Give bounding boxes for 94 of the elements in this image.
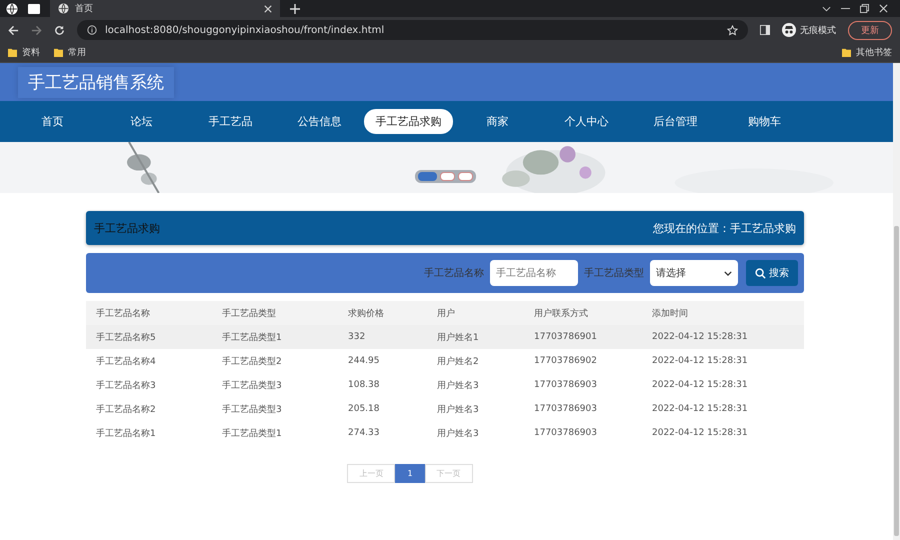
search-icon [755,268,766,278]
table-cell-text: 244.95 [348,356,380,366]
type-select[interactable]: 请选择 [650,260,738,286]
bookmark-label: 资料 [22,46,40,59]
table-cell-text: 332 [348,332,366,342]
table-row[interactable]: 手工艺品名称5 手工艺品类型1 332 用户姓名1 17703786901 2022-04-12 15:28:31 [86,325,804,349]
nav-link[interactable]: 首页 [8,109,97,134]
table-cell-text: 17703786903 [534,380,598,390]
column-header: 手工艺品名称 [96,308,151,320]
column-header: 用户 [437,308,456,320]
table-cell-text: 用户姓名3 [437,380,480,392]
nav-link[interactable]: 后台管理 [631,109,720,134]
column-header: 求购价格 [348,308,385,320]
table-cell-text: 手工艺品类型2 [222,356,283,368]
tab-title: 首页 [75,2,93,15]
star-icon[interactable] [727,24,738,36]
nav-link[interactable]: 论坛 [97,109,186,134]
back-arrow-icon[interactable] [8,24,19,36]
carousel-indicator[interactable] [440,172,455,181]
search-button[interactable]: 搜索 [746,260,798,286]
new-tab-icon[interactable] [290,4,300,14]
table-cell-text: 17703786902 [534,356,598,366]
column-header: 用户联系方式 [534,308,589,320]
restore-icon[interactable] [860,4,869,13]
folder-icon [842,48,851,57]
field-label: 手工艺品类型 [584,266,644,280]
site-title: 手工艺品销售系统 [18,66,174,98]
table-cell-text: 274.33 [348,428,380,438]
table-cell-text: 用户姓名3 [437,404,480,416]
field-label: 手工艺品名称 [424,266,484,280]
table-cell-text: 手工艺品名称4 [96,356,157,368]
breadcrumb: 您现在的位置：手工艺品求购 [653,220,796,236]
table-row[interactable]: 手工艺品名称3 手工艺品类型3 108.38 用户姓名3 17703786903 2022-04-12 15:28:31 [86,373,804,397]
folder-icon [54,48,63,57]
browser-tab[interactable]: 首页 [50,0,280,17]
column-header: 添加时间 [652,308,689,320]
table-row[interactable]: 手工艺品名称2 手工艺品类型3 205.18 用户姓名3 17703786903 2022-04-12 15:28:31 [86,397,804,421]
nav-link[interactable]: 购物车 [720,109,809,134]
table-cell-text: 2022-04-12 15:28:31 [652,404,749,414]
nav-link[interactable]: 公告信息 [275,109,364,134]
address-bar[interactable]: localhost:8080/shouggonyipinxiaoshou/front/index.html [77,20,748,40]
table-row[interactable]: 手工艺品名称4 手工艺品类型2 244.95 用户姓名2 17703786902 2022-04-12 15:28:31 [86,349,804,373]
incognito-icon [782,23,796,37]
globe-icon[interactable] [6,2,18,14]
reload-icon[interactable] [54,24,65,36]
carousel-indicator[interactable] [458,172,473,181]
table-cell-text: 手工艺品名称3 [96,380,157,392]
table-cell-text: 手工艺品名称2 [96,404,157,416]
table-cell-text: 用户姓名3 [437,428,480,440]
forward-arrow-icon[interactable] [31,24,42,36]
bookmark-folder[interactable]: 常用 [54,46,86,59]
table-cell-text: 17703786901 [534,332,598,342]
table-cell-text: 17703786903 [534,404,598,414]
table-cell-text: 手工艺品类型1 [222,332,283,344]
table-cell-text: 205.18 [348,404,380,414]
url-text: localhost:8080/shouggonyipinxiaoshou/front/index.html [105,24,384,36]
update-button[interactable]: 更新 [848,20,892,40]
nav-link[interactable]: 商家 [453,109,542,134]
info-icon [87,25,97,35]
nav-link[interactable]: 手工艺品 [186,109,275,134]
table-cell-text: 手工艺品类型3 [222,380,283,392]
table-cell-text: 手工艺品类型1 [222,428,283,440]
section-title: 手工艺品求购 [94,220,160,236]
bookmark-label: 常用 [68,46,86,59]
table-cell-text: 手工艺品类型3 [222,404,283,416]
minimize-icon[interactable] [841,8,850,10]
page-button[interactable]: 1 [395,464,425,483]
table-cell-text: 手工艺品名称1 [96,428,157,440]
close-icon[interactable] [264,4,272,12]
globe-icon [58,3,69,14]
nav-link[interactable]: 手工艺品求购 [364,109,453,134]
column-header: 手工艺品类型 [222,308,277,320]
tab-list-icon[interactable] [28,4,40,14]
table-cell-text: 2022-04-12 15:28:31 [652,356,749,366]
bookmark-label: 其他书签 [856,46,892,59]
bookmark-folder[interactable]: 资料 [8,46,40,59]
sidebar-icon[interactable] [760,25,770,35]
bookmark-folder[interactable]: 其他书签 [842,46,892,59]
table-cell-text: 用户姓名2 [437,356,480,368]
table-cell-text: 用户姓名1 [437,332,480,344]
close-icon[interactable] [879,4,888,13]
table-cell-text: 手工艺品名称5 [96,332,157,344]
table-cell-text: 2022-04-12 15:28:31 [652,332,749,342]
table-row[interactable]: 手工艺品名称1 手工艺品类型1 274.33 用户姓名3 17703786903 2022-04-12 15:28:31 [86,421,804,445]
table-cell-text: 2022-04-12 15:28:31 [652,428,749,438]
table-cell-text: 17703786903 [534,428,598,438]
incognito-label: 无痕模式 [800,24,836,36]
folder-icon [8,48,17,57]
nav-link[interactable]: 个人中心 [542,109,631,134]
table-cell-text: 2022-04-12 15:28:31 [652,380,749,390]
name-input[interactable]: 手工艺品名称 [490,260,578,286]
chevron-down-icon[interactable] [822,6,831,12]
table-cell-text: 108.38 [348,380,380,390]
chevron-down-icon [724,270,732,276]
